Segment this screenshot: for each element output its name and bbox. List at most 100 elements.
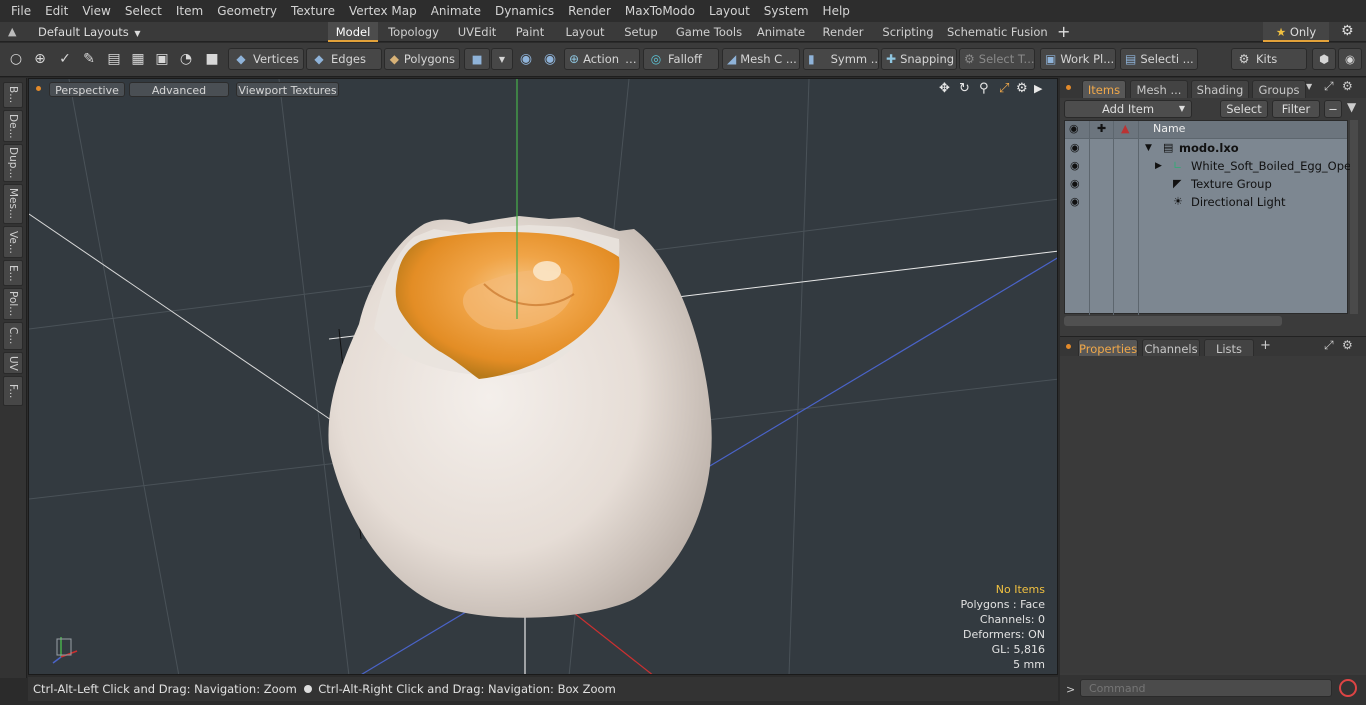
expand-icon[interactable]: ⤢ [1324, 338, 1334, 353]
add-tab-icon[interactable]: + [1057, 22, 1070, 42]
expand-arrow-icon[interactable]: ▼ [1145, 139, 1152, 157]
menu-maxtomodo[interactable]: MaxToModo [618, 0, 702, 22]
tab-paint[interactable]: Paint [510, 22, 550, 42]
mode-dropdown[interactable]: ▼ [491, 48, 513, 70]
selection-sets-button[interactable]: ▤ Selecti ... [1120, 48, 1198, 70]
filter-funnel-icon[interactable]: ▼ [1347, 100, 1356, 114]
menu-view[interactable]: View [75, 0, 117, 22]
action-center-button[interactable]: ⊕ Action … [564, 48, 640, 70]
material-shield-icon[interactable]: ◉ [540, 49, 560, 69]
menu-help[interactable]: Help [816, 0, 857, 22]
advanced-tab[interactable]: Advanced [129, 82, 229, 97]
edges-button[interactable]: ◆ Edges [306, 48, 382, 70]
item-mode-button[interactable]: ■ [464, 48, 490, 70]
tab-properties[interactable]: Properties [1078, 339, 1138, 357]
list-scrollbar[interactable] [1350, 120, 1358, 314]
add-tab-icon[interactable]: + [1260, 338, 1271, 353]
list-item[interactable]: ◉ ◤ Texture Group [1065, 175, 1347, 193]
tab-model[interactable]: Model [328, 22, 378, 42]
work-plane-button[interactable]: ▣ Work Pl... [1040, 48, 1116, 70]
tab-shading[interactable]: Shading [1191, 80, 1249, 98]
left-tab-curve[interactable]: C... [3, 322, 23, 350]
left-tab-polygon[interactable]: Pol... [3, 288, 23, 320]
zoom-icon[interactable]: ⚲ [979, 81, 989, 96]
pen-icon[interactable]: ✓ [55, 49, 75, 69]
left-tab-uv[interactable]: UV [3, 352, 23, 374]
left-tab-edge[interactable]: E... [3, 260, 23, 286]
item-list[interactable]: ◉ ✚ ▲ Name ◉ ▼ ▤ modo.lxo ◉ ▶ ∟ White_So… [1064, 120, 1358, 315]
viewport-textures-tab[interactable]: Viewport Textures [236, 82, 339, 97]
only-toggle[interactable]: ★ Only [1263, 22, 1329, 42]
cube-icon[interactable]: ■ [202, 49, 222, 69]
tab-animate[interactable]: Animate [754, 22, 808, 42]
panel-gear-icon[interactable]: ⚙ [1342, 338, 1353, 352]
layouts-dropdown[interactable]: Default Layouts ▼ [38, 22, 141, 42]
viewport-arrow-icon[interactable]: ▶ [1034, 82, 1042, 95]
collapse-arrow-icon[interactable]: ▶ [1155, 157, 1162, 175]
maximize-icon[interactable]: ⤢ [999, 81, 1009, 96]
align-icon[interactable]: ▤ [104, 49, 124, 69]
clock-icon[interactable]: ◔ [176, 49, 196, 69]
globe-icon[interactable]: ⊕ [30, 49, 50, 69]
filter-button[interactable]: Filter [1272, 100, 1320, 118]
tab-topology[interactable]: Topology [385, 22, 442, 42]
tab-setup[interactable]: Setup [619, 22, 663, 42]
tab-schematic-fusion[interactable]: Schematic Fusion [947, 22, 1048, 42]
menu-dynamics[interactable]: Dynamics [488, 0, 561, 22]
tab-groups[interactable]: Groups [1252, 80, 1306, 98]
menu-render[interactable]: Render [561, 0, 618, 22]
left-tab-basic[interactable]: B... [3, 82, 23, 108]
list-item[interactable]: ◉ ☀ Directional Light [1065, 193, 1347, 211]
menu-file[interactable]: File [4, 0, 38, 22]
menu-vertex-map[interactable]: Vertex Map [342, 0, 424, 22]
tab-layout[interactable]: Layout [560, 22, 610, 42]
kits-button[interactable]: ⚙ Kits [1231, 48, 1307, 70]
name-column-header[interactable]: Name [1153, 122, 1185, 135]
menu-select[interactable]: Select [118, 0, 169, 22]
left-tab-vertex[interactable]: Ve... [3, 226, 23, 258]
snapping-button[interactable]: ✚ Snapping [881, 48, 957, 70]
eye-icon[interactable]: ◉ [1070, 193, 1080, 211]
gear-icon[interactable]: ⚙ [1341, 23, 1354, 39]
mesh-constraint-button[interactable]: ◢ Mesh C ... [722, 48, 800, 70]
select-button[interactable]: Select [1220, 100, 1268, 118]
eye-icon[interactable]: ◉ [1070, 157, 1080, 175]
unity-button[interactable]: ⬢ [1312, 48, 1336, 70]
symmetry-button[interactable]: ▮ Symm ... [803, 48, 879, 70]
expand-icon[interactable]: ⤢ [1324, 79, 1334, 94]
symmetry-shield-icon[interactable]: ◉ [516, 49, 536, 69]
vertices-button[interactable]: ◆ Vertices [228, 48, 304, 70]
tab-mesh[interactable]: Mesh ... [1130, 80, 1188, 98]
select-through-button[interactable]: ⚙ Select T... [959, 48, 1035, 70]
circle-select-icon[interactable]: ○ [6, 49, 26, 69]
falloff-button[interactable]: ◎ Falloff [643, 48, 719, 70]
command-input[interactable] [1080, 679, 1332, 697]
tab-scripting[interactable]: Scripting [880, 22, 936, 42]
record-icon[interactable] [1339, 679, 1357, 697]
unreal-button[interactable]: ◉ [1338, 48, 1362, 70]
tab-items[interactable]: Items [1082, 80, 1126, 98]
pan-icon[interactable]: ✥ [939, 81, 950, 96]
layout-collapse-icon[interactable]: ▲ [8, 25, 22, 39]
eye-icon[interactable]: ◉ [1070, 139, 1080, 157]
menu-item[interactable]: Item [169, 0, 210, 22]
polygons-button[interactable]: ◆ Polygons [384, 48, 460, 70]
left-tab-mesh-edit[interactable]: Mes... [3, 184, 23, 224]
menu-animate[interactable]: Animate [424, 0, 488, 22]
viewport-gear-icon[interactable]: ⚙ [1016, 81, 1028, 96]
menu-edit[interactable]: Edit [38, 0, 75, 22]
menu-system[interactable]: System [757, 0, 816, 22]
add-item-button[interactable]: Add Item ▼ [1064, 100, 1192, 118]
menu-layout[interactable]: Layout [702, 0, 757, 22]
left-tab-deform[interactable]: De... [3, 110, 23, 142]
panel-gear-icon[interactable]: ⚙ [1342, 79, 1353, 93]
brush-icon[interactable]: ✎ [79, 49, 99, 69]
list-item[interactable]: ◉ ▼ ▤ modo.lxo [1065, 139, 1347, 157]
grid-icon[interactable]: ▦ [128, 49, 148, 69]
chevron-down-icon[interactable]: ▼ [1306, 82, 1312, 91]
perspective-tab[interactable]: Perspective [49, 82, 125, 97]
menu-texture[interactable]: Texture [284, 0, 342, 22]
collapse-button[interactable]: − [1324, 100, 1342, 118]
tab-lists[interactable]: Lists [1204, 339, 1254, 357]
tab-render[interactable]: Render [818, 22, 868, 42]
